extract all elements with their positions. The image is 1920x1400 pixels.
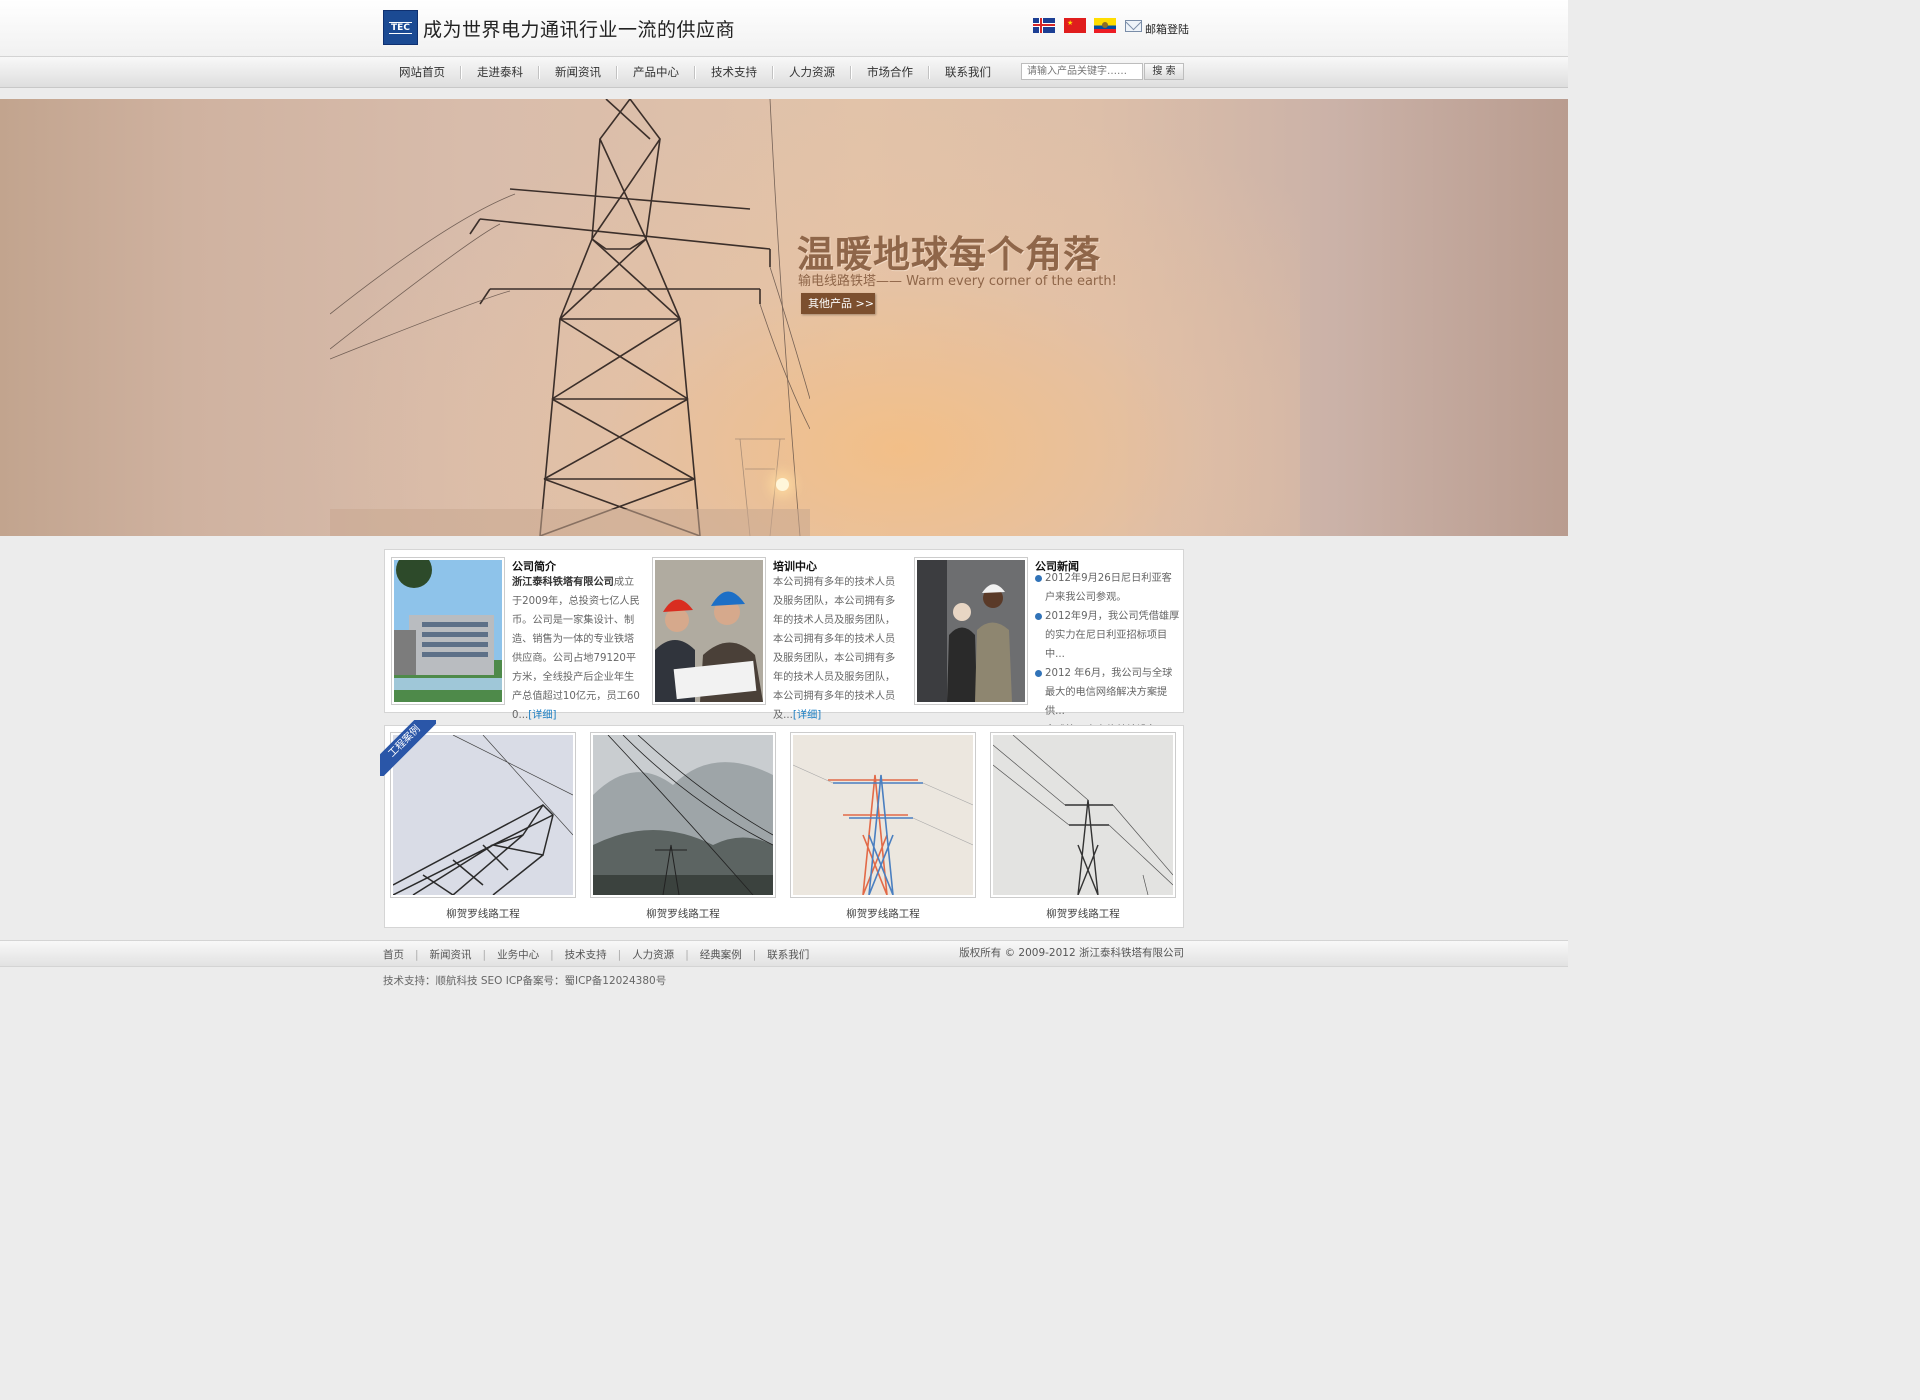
footer-separator: | — [482, 948, 487, 961]
nav-home[interactable]: 网站首页 — [383, 57, 461, 87]
china-flag-icon[interactable]: ★ — [1064, 18, 1086, 33]
logo-text: TEC — [389, 21, 412, 34]
training-body: 本公司拥有多年的技术人员及服务团队，本公司拥有多年的技术人员及服务团队，本公司拥… — [773, 577, 896, 721]
building-image — [394, 552, 502, 702]
banner-subtitle: 输电线路铁塔—— Warm every corner of the earth! — [798, 274, 1117, 289]
case-lines-image — [993, 735, 1173, 895]
news-item[interactable]: 2012 年6月，我公司与全球最大的电信网络解决方案提供... — [1035, 664, 1180, 721]
footer-bar: 首页 | 新闻资讯 | 业务中心 | 技术支持 | 人力资源 | 经典案例 | 联系我们 版… — [0, 940, 1568, 967]
footer-nav: 首页 | 新闻资讯 | 业务中心 | 技术支持 | 人力资源 | 经典案例 | 联系我们 — [383, 941, 809, 968]
copyright-text: 版权所有 © 2009-2012 浙江泰科铁塔有限公司 — [959, 947, 1184, 959]
nav-market[interactable]: 市场合作 — [851, 57, 929, 87]
search-button[interactable]: 搜 索 — [1144, 63, 1184, 80]
case-label[interactable]: 柳贺罗线路工程 — [390, 906, 576, 921]
footer-separator: | — [685, 948, 689, 961]
tec-logo[interactable]: TEC — [383, 10, 418, 45]
footer-separator: | — [752, 948, 757, 961]
about-more-link[interactable]: [详细] — [528, 710, 556, 721]
news-list: 2012年9月26日尼日利亚客户来我公司参观。 2012年9月，我公司凭借雄厚的… — [1035, 569, 1180, 740]
footer-link-business[interactable]: 业务中心 — [497, 947, 539, 962]
search-input[interactable] — [1021, 63, 1143, 80]
case-mountain-image — [593, 735, 773, 895]
news-photo[interactable] — [914, 557, 1028, 705]
footer-link-news[interactable]: 新闻资讯 — [430, 947, 472, 962]
cases-ribbon-label: 工程案例 — [380, 720, 436, 776]
footer-link-support[interactable]: 技术支持 — [565, 947, 607, 962]
news-item[interactable]: 2012年9月26日尼日利亚客户来我公司参观。 — [1035, 569, 1180, 607]
info-panel: 公司简介 浙江泰科铁塔有限公司成立于2009年，总投资七亿人民币。公司是一家集设… — [384, 549, 1184, 736]
main-navbar: 网站首页 走进泰科 新闻资讯 产品中心 技术支持 人力资源 市场合作 联系我们 … — [0, 56, 1568, 88]
mail-login-link[interactable]: 邮箱登陆 — [1145, 21, 1189, 37]
about-body: 成立于2009年，总投资七亿人民币。公司是一家集设计、制造、销售为一体的专业铁塔… — [512, 577, 640, 721]
ecuador-flag-icon[interactable] — [1094, 18, 1116, 33]
news-item[interactable]: 2012年9月，我公司凭借雄厚的实力在尼日利亚招标项目中... — [1035, 607, 1180, 664]
about-title: 公司简介 — [512, 560, 556, 573]
training-photo[interactable] — [652, 557, 766, 705]
nav-news[interactable]: 新闻资讯 — [539, 57, 617, 87]
case-label[interactable]: 柳贺罗线路工程 — [590, 906, 776, 921]
company-building-photo[interactable] — [391, 552, 505, 705]
site-slogan: 成为世界电力通讯行业一流的供应商 — [423, 19, 736, 41]
case-colored-tower-image — [793, 735, 973, 895]
tech-support-text: 技术支持：顺航科技 SEO ICP备案号：蜀ICP备12024380号 — [383, 975, 667, 987]
case-card[interactable]: 柳贺罗线路工程 — [590, 732, 776, 921]
footer-link-contact[interactable]: 联系我们 — [767, 947, 809, 962]
footer-link-hr[interactable]: 人力资源 — [632, 947, 674, 962]
nav-products[interactable]: 产品中心 — [617, 57, 695, 87]
training-title: 培训中心 — [773, 560, 817, 573]
workers-image — [917, 560, 1025, 702]
footer-separator: | — [550, 948, 554, 961]
header — [0, 0, 1568, 56]
case-label[interactable]: 柳贺罗线路工程 — [790, 906, 976, 921]
cases-ribbon: 工程案例 — [380, 720, 436, 776]
iceland-flag-icon[interactable] — [1033, 18, 1055, 33]
engineers-image — [655, 560, 763, 702]
nav-support[interactable]: 技术支持 — [695, 57, 773, 87]
case-card[interactable]: 柳贺罗线路工程 — [790, 732, 976, 921]
training-more-link[interactable]: [详细] — [793, 710, 821, 721]
case-image-frame[interactable] — [590, 732, 776, 898]
case-image-frame[interactable] — [790, 732, 976, 898]
footer-separator: | — [617, 948, 622, 961]
footer-link-cases[interactable]: 经典案例 — [700, 947, 742, 962]
nav-contact[interactable]: 联系我们 — [929, 57, 1007, 87]
training-text: 本公司拥有多年的技术人员及服务团队，本公司拥有多年的技术人员及服务团队，本公司拥… — [773, 573, 903, 725]
case-image-frame[interactable] — [990, 732, 1176, 898]
footer-link-home[interactable]: 首页 — [383, 947, 404, 962]
nav-about[interactable]: 走进泰科 — [461, 57, 539, 87]
sun-graphic — [776, 478, 789, 491]
nav-hr[interactable]: 人力资源 — [773, 57, 851, 87]
footer-separator: | — [415, 948, 419, 961]
main-nav: 网站首页 走进泰科 新闻资讯 产品中心 技术支持 人力资源 市场合作 联系我们 — [383, 57, 1007, 87]
about-text: 浙江泰科铁塔有限公司成立于2009年，总投资七亿人民币。公司是一家集设计、制造、… — [512, 573, 642, 725]
company-name: 浙江泰科铁塔有限公司 — [512, 577, 614, 588]
mail-icon[interactable] — [1125, 20, 1142, 32]
case-label[interactable]: 柳贺罗线路工程 — [990, 906, 1176, 921]
transmission-tower-image — [330, 99, 810, 536]
other-products-button[interactable]: 其他产品 >> — [801, 293, 875, 314]
case-card[interactable]: 柳贺罗线路工程 — [990, 732, 1176, 921]
